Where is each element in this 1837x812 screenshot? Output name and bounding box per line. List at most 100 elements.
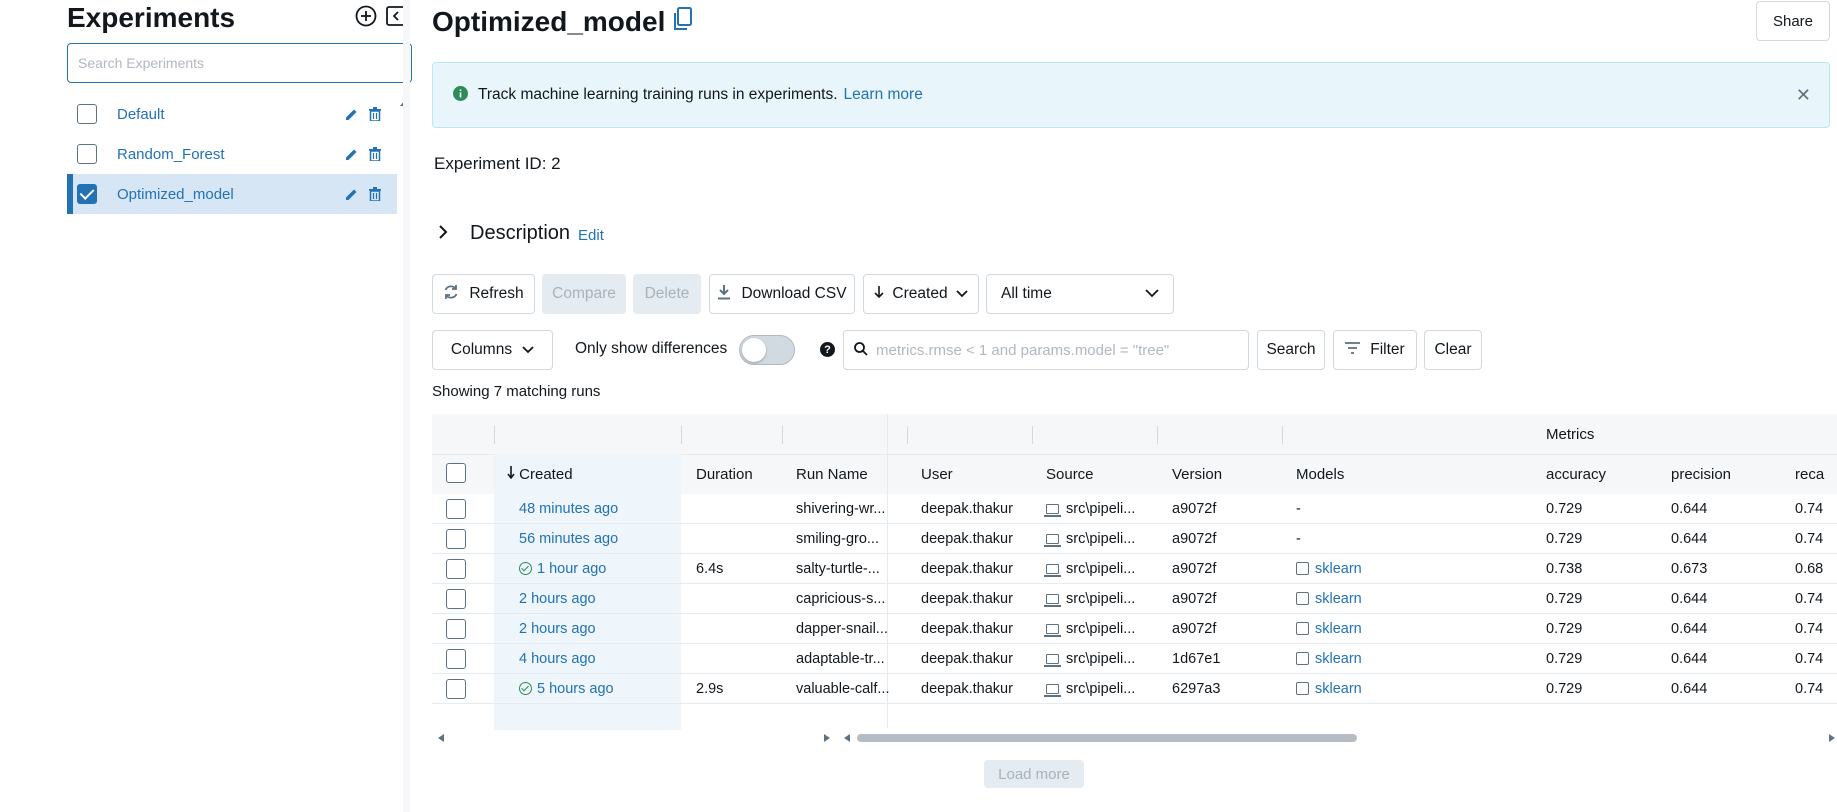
- search-runs-input[interactable]: [876, 341, 1236, 359]
- table-row[interactable]: 1 hour ago 6.4s salty-turtle-... deepak.tha…: [432, 554, 1837, 584]
- row-checkbox[interactable]: [446, 649, 466, 669]
- run-name-cell[interactable]: capricious-s...: [796, 591, 885, 607]
- models-text: -: [1296, 501, 1301, 517]
- source-text: src\pipeli...: [1066, 621, 1136, 637]
- trash-icon[interactable]: [367, 186, 383, 202]
- source-cell[interactable]: src\pipeli...: [1044, 591, 1135, 607]
- compare-button[interactable]: Compare: [542, 274, 626, 314]
- only-differences-toggle[interactable]: [739, 335, 795, 365]
- table-row[interactable]: 2 hours ago capricious-s... deepak.thakur a…: [432, 584, 1837, 614]
- sort-dropdown[interactable]: Created: [863, 274, 979, 314]
- row-checkbox[interactable]: [446, 619, 466, 639]
- experiment-name[interactable]: Random_Forest: [117, 146, 343, 163]
- search-button[interactable]: Search: [1257, 330, 1325, 370]
- horizontal-scrollbar-thumb[interactable]: [857, 734, 1357, 742]
- select-all-checkbox[interactable]: [446, 463, 466, 483]
- source-cell[interactable]: src\pipeli...: [1044, 681, 1136, 697]
- table-row[interactable]: 4 hours ago adaptable-tr... deepak.thakur 1…: [432, 644, 1837, 674]
- table-row[interactable]: 48 minutes ago shivering-wr... deepak.thak…: [432, 494, 1837, 524]
- column-header-recall[interactable]: reca: [1795, 466, 1824, 483]
- share-button[interactable]: Share: [1756, 1, 1830, 41]
- column-header-accuracy[interactable]: accuracy: [1546, 466, 1606, 483]
- experiment-item-random-forest[interactable]: Random_Forest: [67, 134, 397, 174]
- clear-button[interactable]: Clear: [1424, 330, 1482, 370]
- created-link[interactable]: 4 hours ago: [519, 651, 596, 667]
- models-cell[interactable]: sklearn: [1296, 591, 1362, 607]
- row-checkbox[interactable]: [446, 559, 466, 579]
- download-csv-button[interactable]: Download CSV: [709, 274, 855, 314]
- edit-icon[interactable]: [343, 146, 359, 162]
- source-text: src\pipeli...: [1066, 651, 1136, 667]
- delete-button[interactable]: Delete: [633, 274, 701, 314]
- columns-dropdown[interactable]: Columns: [432, 330, 553, 370]
- time-range-dropdown[interactable]: All time: [986, 274, 1174, 314]
- row-checkbox[interactable]: [446, 679, 466, 699]
- column-header-source[interactable]: Source: [1046, 466, 1094, 483]
- table-row[interactable]: 5 hours ago 2.9s valuable-calf... deepak.th…: [432, 674, 1837, 704]
- search-experiments-input[interactable]: [67, 43, 412, 83]
- column-header-duration[interactable]: Duration: [696, 466, 753, 483]
- created-link[interactable]: 48 minutes ago: [519, 501, 618, 517]
- source-cell[interactable]: src\pipeli...: [1044, 621, 1136, 637]
- scroll-right-arrow[interactable]: [824, 734, 830, 742]
- run-name-cell[interactable]: valuable-calf...: [796, 681, 890, 697]
- created-link[interactable]: 2 hours ago: [519, 591, 596, 607]
- chevron-right-icon[interactable]: [438, 223, 448, 244]
- models-cell[interactable]: sklearn: [1296, 561, 1362, 577]
- refresh-button[interactable]: Refresh: [432, 274, 535, 314]
- source-cell[interactable]: src\pipeli...: [1044, 561, 1135, 577]
- run-name-cell[interactable]: smiling-gro...: [796, 531, 879, 547]
- models-cell[interactable]: sklearn: [1296, 651, 1362, 667]
- filter-button[interactable]: Filter: [1333, 330, 1417, 370]
- experiment-item-optimized-model[interactable]: Optimized_model: [67, 174, 397, 214]
- load-more-button[interactable]: Load more: [984, 760, 1084, 788]
- sidebar-divider[interactable]: [403, 0, 410, 812]
- experiment-checkbox[interactable]: [77, 104, 97, 124]
- created-link[interactable]: 56 minutes ago: [519, 531, 618, 547]
- description-edit-link[interactable]: Edit: [578, 227, 604, 244]
- row-checkbox[interactable]: [446, 529, 466, 549]
- source-cell[interactable]: src\pipeli...: [1044, 501, 1135, 517]
- trash-icon[interactable]: [367, 106, 383, 122]
- row-checkbox[interactable]: [446, 589, 466, 609]
- row-checkbox[interactable]: [446, 499, 466, 519]
- models-cell[interactable]: sklearn: [1296, 681, 1362, 697]
- column-header-version[interactable]: Version: [1172, 466, 1222, 483]
- run-name-cell[interactable]: salty-turtle-...: [796, 561, 880, 577]
- edit-icon[interactable]: [343, 106, 359, 122]
- created-link[interactable]: 5 hours ago: [519, 681, 614, 697]
- experiment-item-default[interactable]: Default: [67, 94, 397, 134]
- scroll-left-arrow[interactable]: [438, 734, 444, 742]
- table-row[interactable]: 2 hours ago dapper-snail... deepak.thakur a…: [432, 614, 1837, 644]
- experiment-checkbox-checked[interactable]: [77, 184, 97, 204]
- search-runs-field[interactable]: [843, 330, 1249, 370]
- experiment-name[interactable]: Optimized_model: [117, 186, 343, 203]
- run-name-cell[interactable]: dapper-snail...: [796, 621, 888, 637]
- scroll-left-arrow[interactable]: [844, 734, 850, 742]
- edit-icon[interactable]: [343, 186, 359, 202]
- created-link[interactable]: 1 hour ago: [519, 561, 606, 577]
- learn-more-link[interactable]: Learn more: [844, 86, 923, 104]
- source-cell[interactable]: src\pipeli...: [1044, 531, 1135, 547]
- models-cell[interactable]: sklearn: [1296, 621, 1362, 637]
- experiment-checkbox[interactable]: [77, 144, 97, 164]
- add-experiment-icon[interactable]: [354, 4, 378, 28]
- models-cell: -: [1296, 531, 1301, 547]
- run-name-cell[interactable]: shivering-wr...: [796, 501, 885, 517]
- created-link[interactable]: 2 hours ago: [519, 621, 596, 637]
- column-header-models[interactable]: Models: [1296, 466, 1344, 483]
- source-text: src\pipeli...: [1066, 681, 1136, 697]
- column-header-precision[interactable]: precision: [1671, 466, 1731, 483]
- copy-icon[interactable]: [673, 6, 693, 38]
- scroll-right-arrow[interactable]: [1829, 734, 1835, 742]
- table-row[interactable]: 56 minutes ago smiling-gro... deepak.thaku…: [432, 524, 1837, 554]
- run-name-cell[interactable]: adaptable-tr...: [796, 651, 885, 667]
- source-cell[interactable]: src\pipeli...: [1044, 651, 1136, 667]
- trash-icon[interactable]: [367, 146, 383, 162]
- column-header-run-name[interactable]: Run Name: [796, 466, 868, 483]
- column-header-created[interactable]: Created: [507, 466, 573, 483]
- column-header-user[interactable]: User: [921, 466, 953, 483]
- help-icon[interactable]: ?: [820, 342, 835, 357]
- close-icon[interactable]: ✕: [1796, 85, 1811, 106]
- experiment-name[interactable]: Default: [117, 106, 343, 123]
